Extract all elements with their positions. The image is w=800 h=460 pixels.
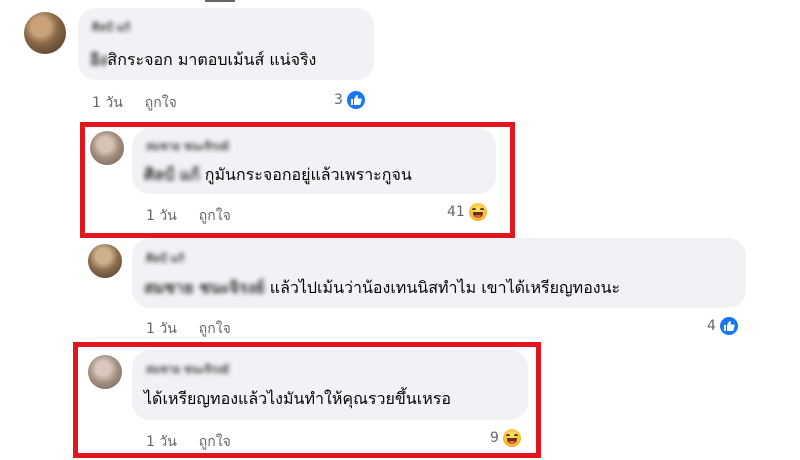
like-button[interactable]: ถูกใจ [199,434,231,450]
comment-text: สมชาย ชนะจิรงย์ แล้วไปเม้นว่าน้องเทนนิสท… [144,276,620,301]
comment-actions: 1 วัน ถูกใจ [146,431,231,453]
like-icon [717,315,740,337]
timestamp[interactable]: 1 วัน [146,434,177,450]
comment-bubble: ศิลป์ แก้ อิงสิกระจอก มาตอบเม้นส์ แน่จริ… [78,8,374,80]
reaction-summary[interactable]: 4 [707,315,740,337]
reaction-count: 3 [334,92,343,108]
avatar[interactable] [90,131,124,165]
like-button[interactable]: ถูกใจ [199,208,231,224]
comment-text: ได้เหรียญทองแล้วไงมันทำให้คุณรวยขึ้นเหรอ [144,389,451,408]
avatar[interactable] [24,12,66,54]
haha-icon [500,427,523,449]
comment-actions: 1 วัน ถูกใจ [146,205,231,227]
commenter-name[interactable]: สมชาย ชนะจิรงย์ [146,137,229,155]
mention-blurred: สมชาย ชนะจิรงย์ [144,278,265,297]
reaction-summary[interactable]: 3 [334,89,367,111]
avatar[interactable] [88,355,122,389]
commenter-name[interactable]: สมชาย ชนะจิรงย์ [146,360,229,378]
like-button[interactable]: ถูกใจ [145,95,177,111]
scroll-indicator [205,0,235,2]
reaction-count: 9 [490,430,499,446]
like-icon [344,89,367,111]
comment-bubble: สมชาย ชนะจิรงย์ ได้เหรียญทองแล้วไงมันทำใ… [132,350,528,420]
like-button[interactable]: ถูกใจ [199,321,231,337]
comment-actions: 1 วัน ถูกใจ [146,318,231,340]
timestamp[interactable]: 1 วัน [146,321,177,337]
comment-body: กูมันกระจอกอยู่แล้วเพราะกูจน [204,165,412,184]
reaction-count: 4 [707,318,716,334]
commenter-name[interactable]: ศิลป์ แก้ [92,18,130,36]
comment-body: สิกระจอก มาตอบเม้นส์ แน่จริง [107,50,317,69]
comment-text: ศิลป์ แก้ กูมันกระจอกอยู่แล้วเพราะกูจน [144,163,412,188]
comment-bubble: สมชาย ชนะจิรงย์ ศิลป์ แก้ กูมันกระจอกอยู… [132,128,496,194]
comment-body: แล้วไปเม้นว่าน้องเทนนิสทำไม เขาได้เหรียญ… [269,278,621,297]
mention-blurred: ศิลป์ แก้ [144,165,200,184]
timestamp[interactable]: 1 วัน [92,95,123,111]
commenter-name[interactable]: ศิลป์ แก้ [146,249,184,267]
reaction-summary[interactable]: 9 [490,427,523,449]
avatar[interactable] [88,244,122,278]
haha-icon [466,201,489,223]
reaction-count: 41 [447,204,465,220]
timestamp[interactable]: 1 วัน [146,208,177,224]
mention-blurred: อิง [90,50,108,69]
comment-bubble: ศิลป์ แก้ สมชาย ชนะจิรงย์ แล้วไปเม้นว่าน… [132,238,746,308]
reaction-summary[interactable]: 41 [447,201,489,223]
comment-actions: 1 วัน ถูกใจ [92,92,177,114]
comment-text: อิงสิกระจอก มาตอบเม้นส์ แน่จริง [90,48,316,73]
